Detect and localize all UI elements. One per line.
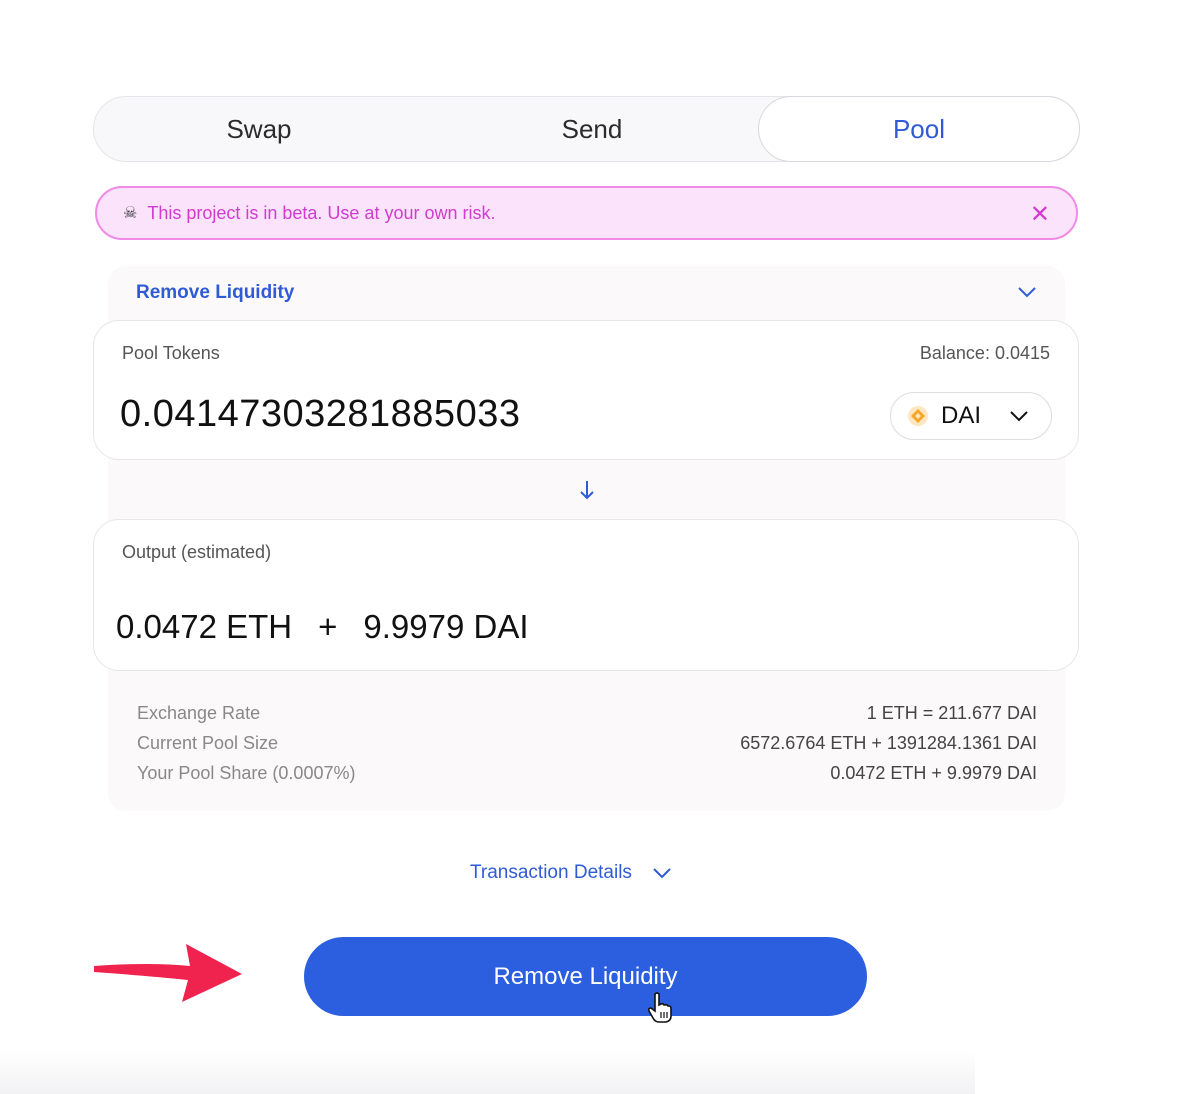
transaction-details-label: Transaction Details xyxy=(470,862,632,883)
tab-send[interactable]: Send xyxy=(427,97,757,161)
output-dai: 9.9979 DAI xyxy=(363,608,529,645)
transaction-details-toggle[interactable]: Transaction Details xyxy=(470,862,672,884)
beta-warning-banner: ☠ This project is in beta. Use at your o… xyxy=(95,186,1078,240)
tab-swap[interactable]: Swap xyxy=(94,97,424,161)
pool-tokens-amount-input[interactable]: 0.04147303281885033 xyxy=(120,393,520,436)
token-select-button[interactable]: DAI xyxy=(890,392,1052,440)
arrow-down-icon xyxy=(580,481,594,500)
info-key: Exchange Rate xyxy=(137,703,261,723)
output-amounts: 0.0472 ETH + 9.9979 DAI xyxy=(116,608,529,646)
remove-liquidity-button[interactable]: Remove Liquidity xyxy=(304,937,867,1016)
mode-selector[interactable]: Remove Liquidity xyxy=(108,266,1065,320)
info-row-pool-share: Your Pool Share (0.0007%) 0.0472 ETH + 9… xyxy=(137,763,1037,793)
output-label: Output (estimated) xyxy=(122,542,272,562)
info-row-exchange-rate: Exchange Rate 1 ETH = 211.677 DAI xyxy=(137,703,1037,733)
tab-bar: Swap Send Pool xyxy=(93,96,1080,162)
skull-icon: ☠ xyxy=(123,205,138,222)
output-panel: Output (estimated) 0.0472 ETH + 9.9979 D… xyxy=(93,519,1079,671)
info-value: 0.0472 ETH + 9.9979 DAI xyxy=(830,763,1037,783)
hand-cursor-icon xyxy=(647,992,672,1023)
bottom-fade xyxy=(0,1050,975,1094)
output-plus: + xyxy=(318,608,338,645)
mode-label: Remove Liquidity xyxy=(136,282,295,303)
pool-tokens-panel: Pool Tokens Balance: 0.0415 0.0414730328… xyxy=(93,320,1079,460)
info-row-pool-size: Current Pool Size 6572.6764 ETH + 139128… xyxy=(137,733,1037,763)
pool-info: Exchange Rate 1 ETH = 211.677 DAI Curren… xyxy=(137,703,1037,793)
info-key: Current Pool Size xyxy=(137,733,279,753)
output-eth: 0.0472 ETH xyxy=(116,608,293,645)
annotation-arrow-icon xyxy=(94,944,242,1002)
chevron-down-icon xyxy=(653,868,671,879)
tab-pool[interactable]: Pool xyxy=(758,96,1080,162)
pool-tokens-label: Pool Tokens xyxy=(122,343,220,363)
info-value: 1 ETH = 211.677 DAI xyxy=(866,703,1037,723)
chevron-down-icon xyxy=(1010,411,1028,422)
info-value: 6572.6764 ETH + 1391284.1361 DAI xyxy=(740,733,1037,753)
balance-text: Balance: 0.0415 xyxy=(919,343,1050,363)
info-key: Your Pool Share (0.0007%) xyxy=(137,763,356,783)
beta-warning-text: This project is in beta. Use at your own… xyxy=(147,202,496,223)
chevron-down-icon xyxy=(1018,287,1036,298)
close-icon[interactable]: ✕ xyxy=(1030,200,1050,229)
dai-icon xyxy=(908,406,928,426)
token-name: DAI xyxy=(941,402,982,429)
